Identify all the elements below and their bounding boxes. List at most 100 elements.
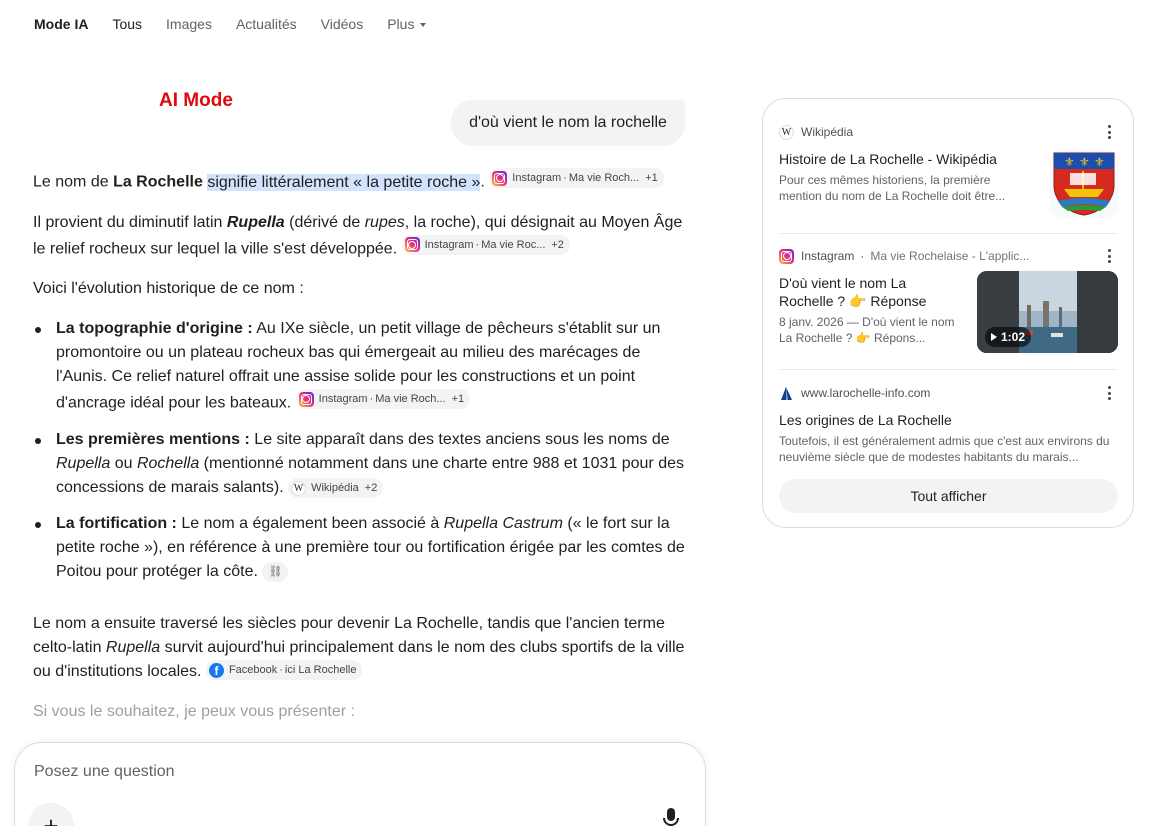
tab-all[interactable]: Tous	[112, 16, 142, 32]
source-card[interactable]: www.larochelle-info.com Les origines de …	[779, 384, 1118, 465]
tab-images[interactable]: Images	[166, 16, 212, 32]
source-snippet: 8 janv. 2026 — D'où vient le nom La Roch…	[779, 315, 955, 345]
link-chip[interactable]: ⛓	[262, 561, 289, 582]
chip-source: Wikipédia	[311, 482, 359, 494]
source-snippet: Pour ces mêmes historiens, la première m…	[779, 173, 1006, 203]
more-options-icon[interactable]	[1108, 386, 1112, 400]
answer-paragraph: Il provient du diminutif latin Rupella (…	[33, 211, 688, 262]
svg-text:⚜: ⚜	[1079, 155, 1090, 169]
plus-icon: +	[43, 810, 59, 826]
list-item: La topographie d'origine : Au IXe siècle…	[33, 317, 688, 416]
more-options-icon[interactable]	[1108, 125, 1112, 139]
source-site: Wikipédia	[801, 125, 854, 139]
coat-of-arms-thumbnail: ⚜ ⚜ ⚜	[1050, 149, 1118, 217]
instagram-icon	[779, 248, 794, 264]
tab-more[interactable]: Plus	[387, 16, 427, 32]
ai-answer: Le nom de La Rochelle signifie littérale…	[33, 168, 688, 740]
list-item-title: Les premières mentions :	[56, 430, 250, 448]
chip-separator: ·	[369, 393, 374, 405]
coat-of-arms-image: ⚜ ⚜ ⚜	[1053, 152, 1115, 216]
chip-label: ici La Rochelle	[284, 664, 357, 676]
highlighted-text: signifie littéralement « la petite roche…	[207, 173, 481, 191]
chip-source: Facebook	[228, 664, 278, 676]
chip-count: +2	[551, 238, 564, 251]
chip-count: +2	[364, 482, 378, 494]
answer-paragraph: Voici l'évolution historique de ce nom :	[33, 280, 304, 297]
facebook-icon: f	[208, 662, 224, 678]
site-logo-icon	[781, 386, 792, 400]
sources-panel: W Wikipédia Histoire de La Rochelle - Wi…	[762, 98, 1134, 528]
question-composer: +	[14, 742, 706, 826]
divider	[779, 233, 1118, 234]
answer-text: Le site apparaît dans des textes anciens…	[249, 430, 670, 448]
chip-label: Ma vie Roch...	[568, 172, 640, 184]
chip-source: Instagram	[512, 172, 562, 184]
answer-text: (dérivé de	[284, 213, 365, 231]
mic-button[interactable]	[661, 807, 681, 826]
divider	[779, 369, 1118, 370]
microphone-icon	[663, 808, 679, 826]
separator: ·	[860, 249, 865, 263]
source-card[interactable]: Instagram · Ma vie Rochelaise - L'applic…	[779, 247, 1118, 353]
wikipedia-icon: W	[779, 124, 794, 140]
ai-mode-badge: AI Mode	[159, 90, 233, 111]
add-button[interactable]: +	[28, 803, 74, 826]
video-thumbnail[interactable]: 1:02	[977, 271, 1118, 353]
answer-paragraph-fading: Si vous le souhaitez, je peux vous prése…	[33, 702, 355, 720]
source-snippet: Toutefois, il est généralement admis que…	[779, 434, 1110, 464]
show-all-button[interactable]: Tout afficher	[779, 479, 1118, 513]
answer-list: La topographie d'origine : Au IXe siècle…	[33, 317, 688, 584]
source-chip[interactable]: W Wikipédia +2	[288, 478, 384, 498]
source-header: www.larochelle-info.com	[779, 384, 1118, 402]
search-tabs: Mode IA Tous Images Actualités Vidéos Pl…	[34, 14, 450, 34]
source-title[interactable]: D'où vient le nom La Rochelle ? 👉 Répons…	[779, 274, 959, 310]
chip-source: Instagram	[424, 238, 474, 251]
tab-ai-mode[interactable]: Mode IA	[34, 16, 88, 32]
answer-text: ou	[110, 454, 137, 472]
answer-term: rupes	[364, 213, 405, 231]
instagram-icon	[404, 237, 420, 252]
instagram-icon	[492, 170, 508, 186]
source-site: www.larochelle-info.com	[801, 386, 931, 400]
chip-label: Ma vie Roc...	[481, 238, 546, 251]
answer-text: .	[480, 173, 485, 191]
answer-term: Rupella	[105, 638, 161, 656]
chip-source: Instagram	[318, 393, 368, 405]
source-card[interactable]: W Wikipédia Histoire de La Rochelle - Wi…	[779, 123, 1118, 217]
source-header: Instagram · Ma vie Rochelaise - L'applic…	[779, 247, 1118, 265]
play-icon	[991, 333, 997, 341]
source-chip[interactable]: f Facebook · ici La Rochelle	[205, 660, 363, 680]
source-chip[interactable]: Instagram · Ma vie Roc... +2	[401, 234, 570, 255]
answer-text: Il provient du diminutif latin	[33, 213, 227, 231]
chip-label: Ma vie Roch...	[375, 393, 446, 405]
chip-count: +1	[645, 172, 658, 184]
answer-term: Rupella Castrum	[443, 514, 563, 532]
instagram-icon	[298, 391, 314, 407]
source-site: Instagram	[801, 249, 855, 263]
user-query-bubble: d'où vient le nom la rochelle	[451, 100, 685, 146]
tab-news[interactable]: Actualités	[236, 16, 297, 32]
question-input[interactable]	[34, 761, 634, 783]
answer-text: Le nom de	[33, 173, 114, 191]
link-icon: ⛓	[268, 565, 283, 578]
source-title[interactable]: Histoire de La Rochelle - Wikipédia	[779, 150, 1034, 168]
list-item-title: La fortification :	[56, 514, 177, 532]
answer-term: Rochella	[136, 454, 200, 472]
list-item: Les premières mentions : Le site apparaî…	[33, 428, 688, 500]
tab-more-label: Plus	[387, 16, 415, 32]
source-chip[interactable]: Instagram · Ma vie Roch... +1	[489, 168, 664, 188]
svg-text:⚜: ⚜	[1094, 155, 1105, 169]
wikipedia-icon: W	[291, 480, 307, 496]
source-chip[interactable]: Instagram · Ma vie Roch... +1	[295, 389, 471, 409]
answer-paragraph: Le nom de La Rochelle signifie littérale…	[33, 168, 688, 195]
source-description: Ma vie Rochelaise - L'applic...	[870, 249, 1030, 263]
duration-label: 1:02	[1001, 330, 1026, 344]
answer-term: Rupella	[226, 213, 285, 231]
answer-bold: La Rochelle	[113, 173, 203, 191]
source-title[interactable]: Les origines de La Rochelle	[779, 411, 1118, 429]
chevron-down-icon	[420, 22, 427, 27]
video-duration: 1:02	[985, 327, 1032, 347]
answer-term: Rupella	[56, 454, 111, 472]
more-options-icon[interactable]	[1108, 249, 1112, 263]
tab-videos[interactable]: Vidéos	[321, 16, 364, 32]
